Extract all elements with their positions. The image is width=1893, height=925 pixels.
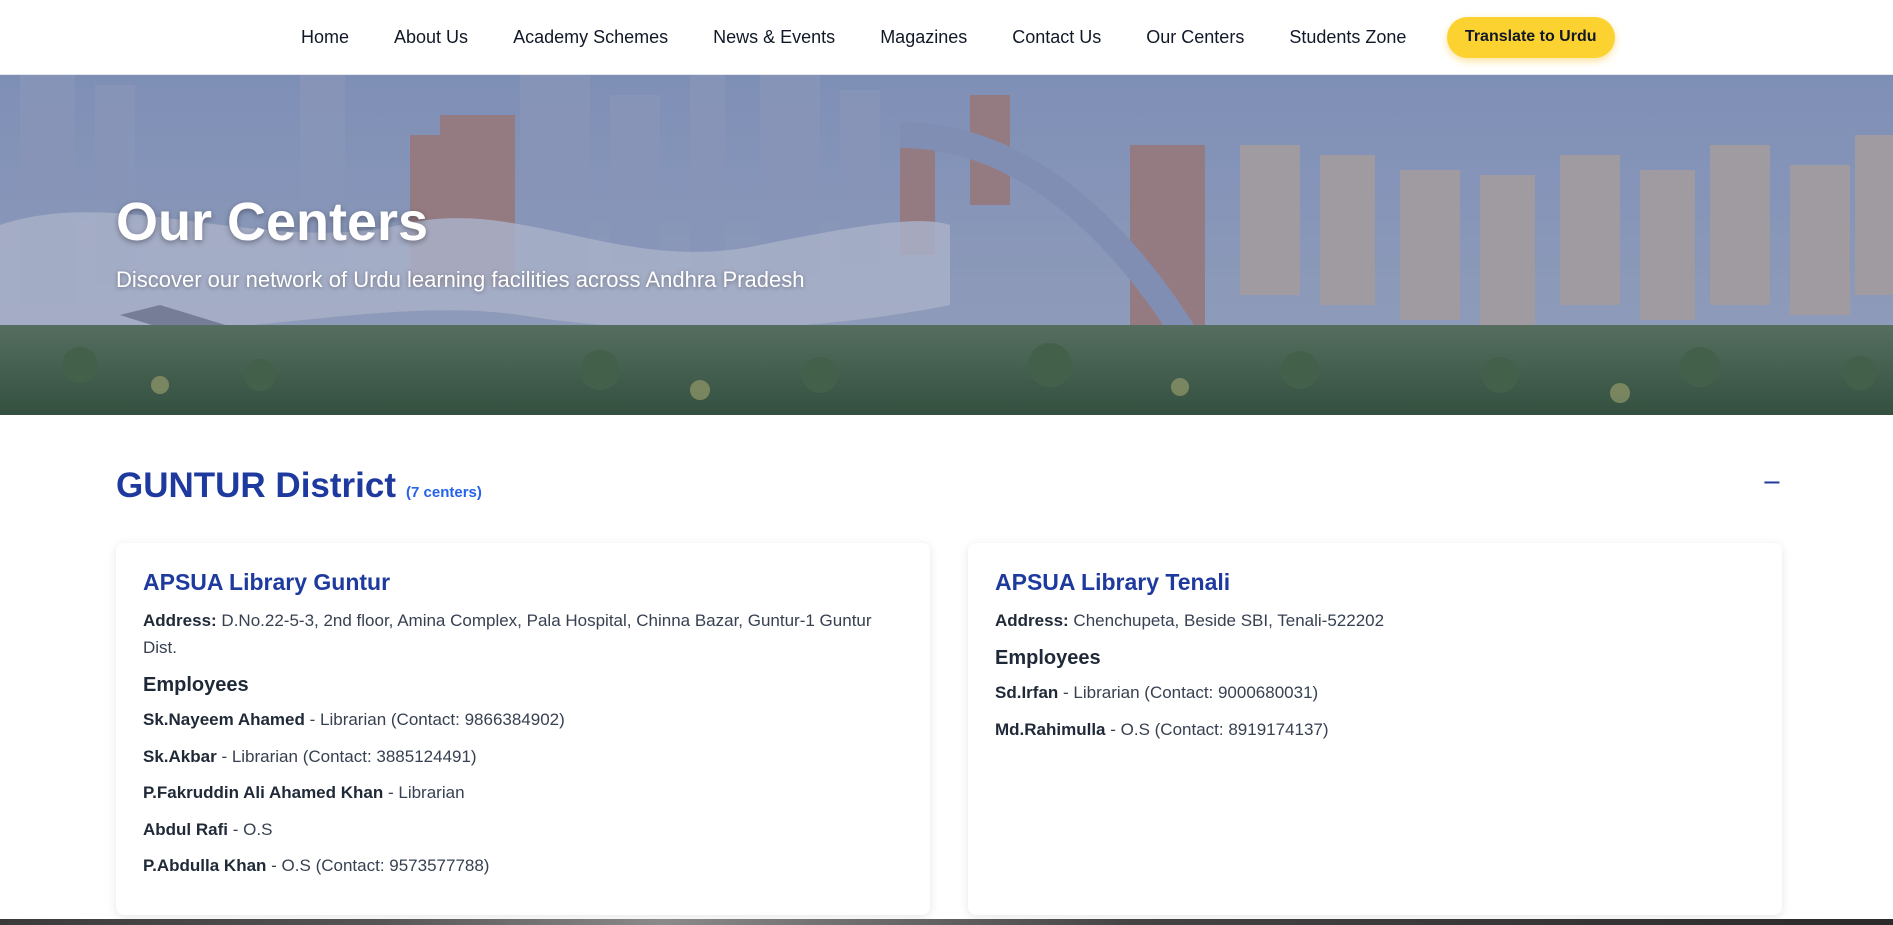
employees-heading: Employees (995, 647, 1101, 669)
employee-item: P.Fakruddin Ali Ahamed Khan - Librarian (143, 780, 903, 817)
employee-role: - O.S (Contact: 8919174137) (1110, 719, 1329, 739)
employee-role: - Librarian (Contact: 9000680031) (1063, 683, 1319, 702)
center-card: APSUA Library Tenali Address: Chenchupet… (968, 543, 1782, 915)
nav-item-our-centers[interactable]: Our Centers (1124, 27, 1267, 48)
employee-role: - Librarian (Contact: 9866384902) (309, 710, 565, 729)
employee-item: Sk.Akbar - Librarian (Contact: 388512449… (143, 744, 903, 781)
address-text: Chenchupeta, Beside SBI, Tenali-522202 (1073, 611, 1385, 630)
employee-name: Md.Rahimulla (995, 719, 1106, 739)
address-label: Address: (143, 611, 217, 630)
top-navbar: Home About Us Academy Schemes News & Eve… (0, 0, 1893, 75)
employee-item: Abdul Rafi - O.S (143, 817, 903, 854)
employee-name: Abdul Rafi (143, 819, 228, 839)
nav-item-news-events[interactable]: News & Events (691, 27, 858, 48)
center-name: APSUA Library Tenali (995, 569, 1231, 595)
nav-item-magazines[interactable]: Magazines (858, 27, 990, 48)
employee-role: - Librarian (Contact: 3885124491) (221, 746, 477, 766)
district-header[interactable]: GUNTUR District (7 centers) − (116, 466, 1782, 516)
center-address: Address: D.No.22-5-3, 2nd floor, Amina C… (143, 607, 903, 661)
center-card: APSUA Library Guntur Address: D.No.22-5-… (116, 543, 930, 915)
center-address: Address: Chenchupeta, Beside SBI, Tenali… (995, 607, 1755, 634)
nav-item-academy-schemes[interactable]: Academy Schemes (491, 27, 691, 48)
employee-name: Sk.Nayeem Ahamed (143, 710, 305, 729)
employee-role: - O.S (232, 819, 273, 839)
employee-item: P.Abdulla Khan - O.S (Contact: 957357778… (143, 853, 903, 890)
nav-item-home[interactable]: Home (279, 27, 372, 48)
nav-menu: Home About Us Academy Schemes News & Eve… (279, 27, 1429, 48)
center-name: APSUA Library Guntur (143, 569, 391, 595)
center-count-badge: (7 centers) (406, 484, 482, 501)
employee-item: Sd.Irfan - Librarian (Contact: 900068003… (995, 680, 1755, 717)
page-subtitle: Discover our network of Urdu learning fa… (116, 267, 805, 292)
district-title: GUNTUR District (116, 466, 397, 505)
employee-name: P.Abdulla Khan (143, 856, 267, 875)
employee-name: Sd.Irfan (995, 683, 1059, 702)
page-title: Our Centers (116, 192, 429, 252)
employee-item: Md.Rahimulla - O.S (Contact: 8919174137) (995, 717, 1755, 754)
employee-role: - Librarian (387, 783, 465, 802)
employee-name: Sk.Akbar (143, 746, 217, 766)
nav-item-contact-us[interactable]: Contact Us (990, 27, 1124, 48)
address-text: D.No.22-5-3, 2nd floor, Amina Complex, P… (143, 611, 872, 657)
taskbar-strip (0, 919, 1893, 925)
collapse-icon[interactable]: − (1762, 470, 1782, 494)
employee-name: P.Fakruddin Ali Ahamed Khan (143, 783, 384, 802)
employees-heading: Employees (143, 674, 249, 696)
translate-to-urdu-button[interactable]: Translate to Urdu (1446, 16, 1615, 58)
employee-item: Sk.Nayeem Ahamed - Librarian (Contact: 9… (143, 707, 903, 744)
employee-role: - O.S (Contact: 9573577788) (271, 856, 490, 875)
nav-item-about-us[interactable]: About Us (372, 27, 491, 48)
address-label: Address: (995, 611, 1069, 630)
hero-banner: Our Centers Discover our network of Urdu… (0, 75, 1893, 415)
nav-item-students-zone[interactable]: Students Zone (1267, 27, 1429, 48)
